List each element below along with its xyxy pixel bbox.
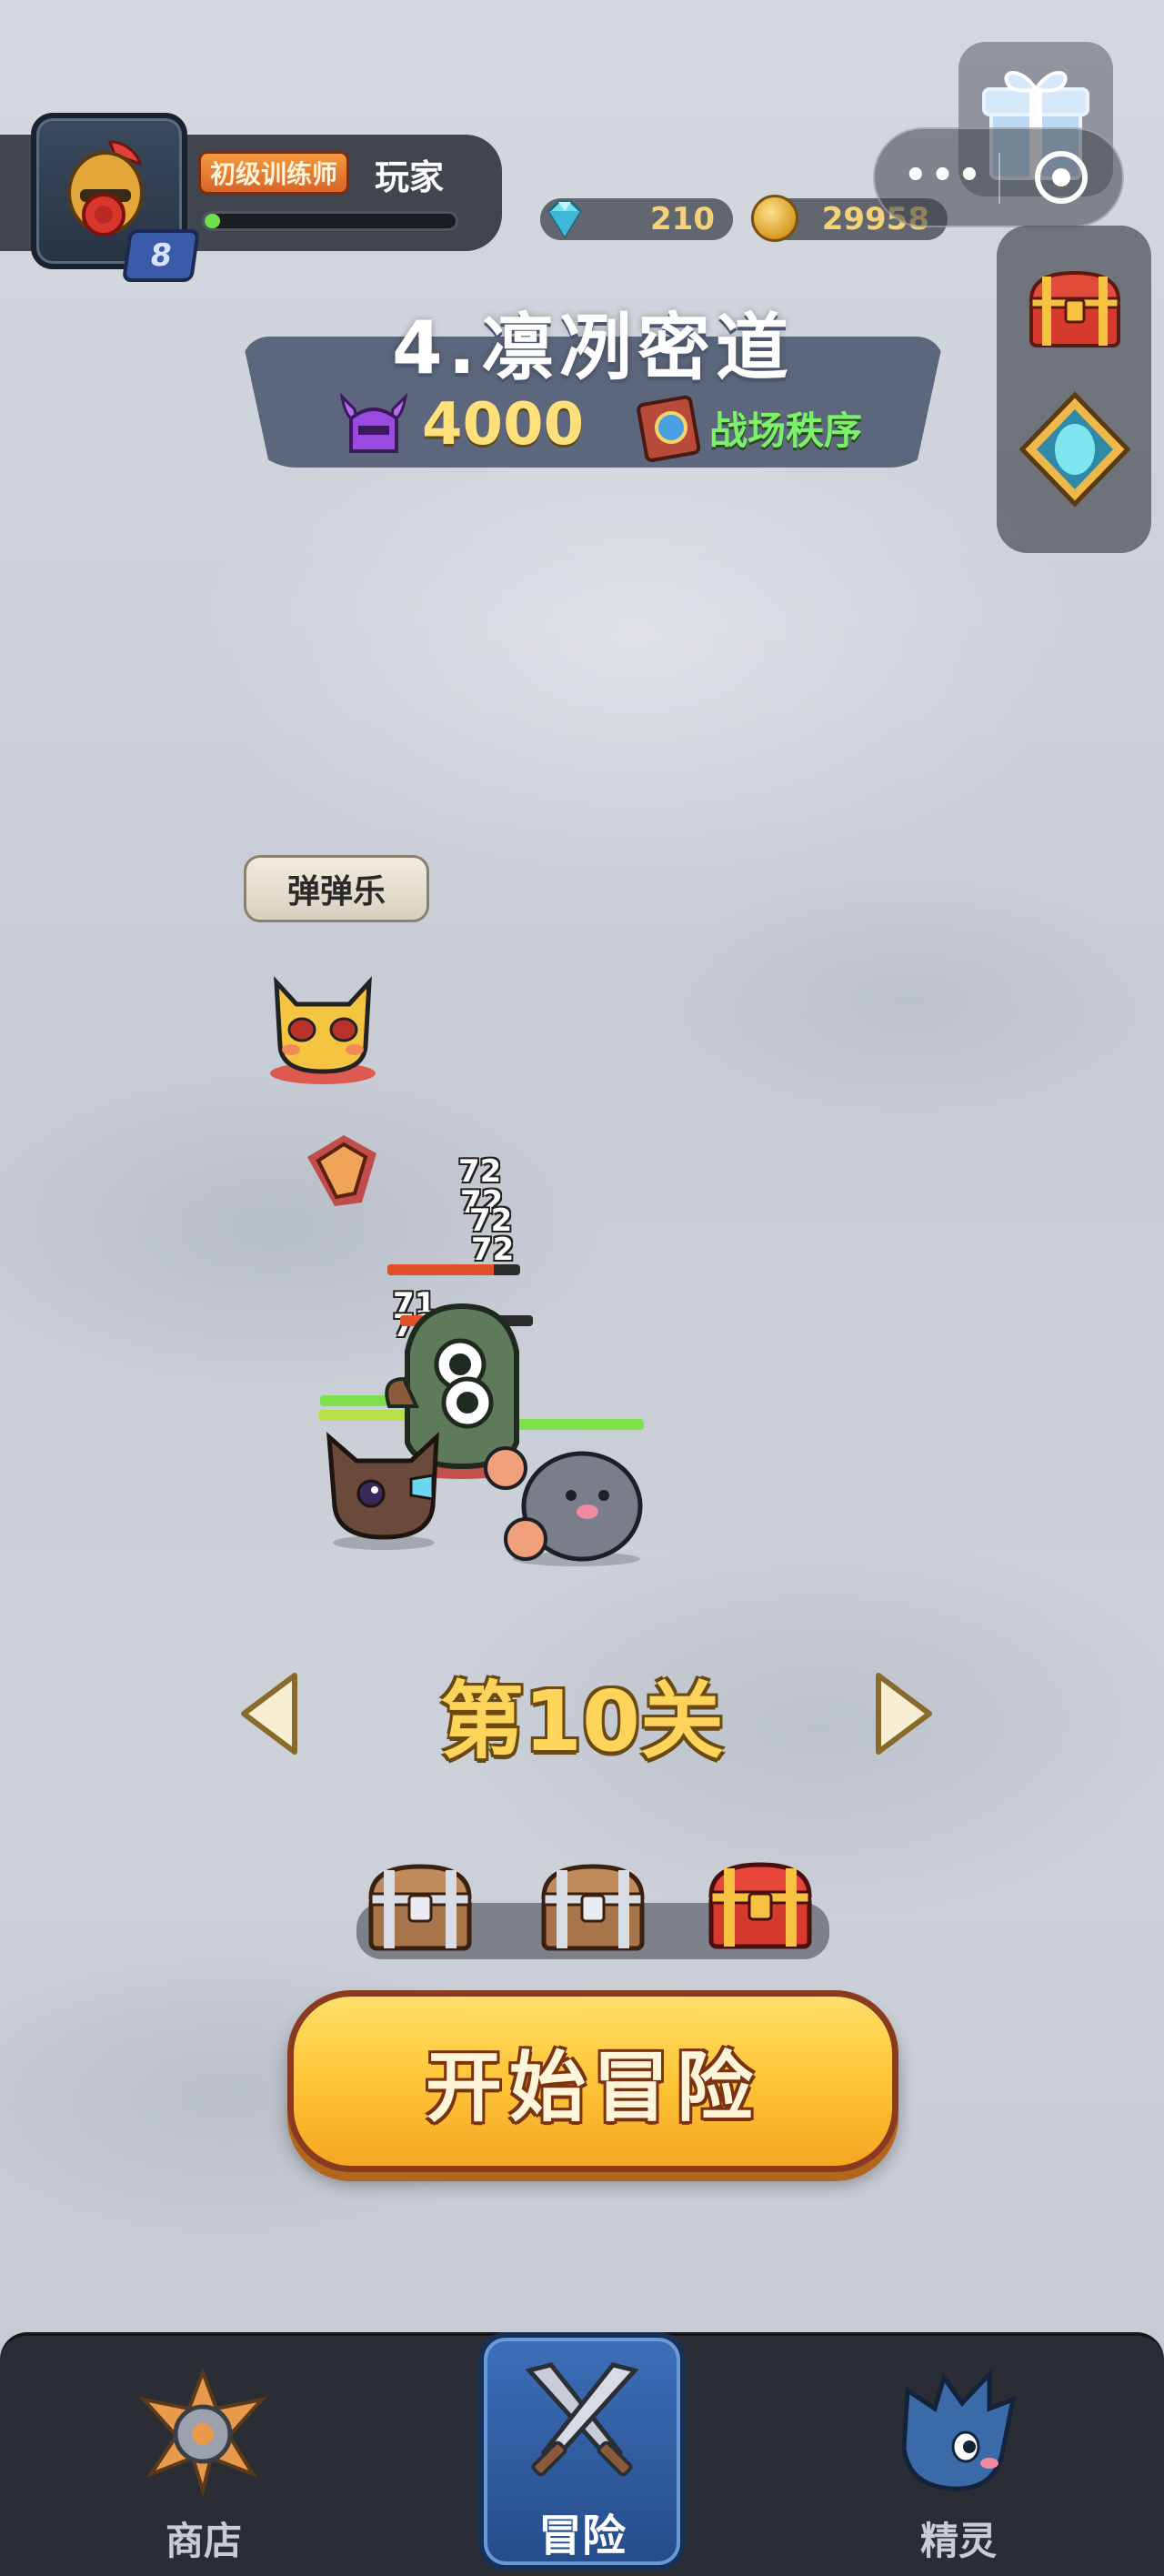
more-menu-icon[interactable]: ••• (904, 155, 981, 200)
player-rank: 初级训练师 (210, 159, 338, 189)
player-rank-badge: 初级训练师 (198, 151, 350, 195)
fire-spirit-monster[interactable] (298, 1130, 386, 1213)
start-adventure-button[interactable]: 开始冒险 (287, 1990, 898, 2172)
nav-item-adventure[interactable]: 冒险 (478, 2332, 686, 2571)
next-level-arrow-icon[interactable] (871, 1670, 935, 1757)
brown-fox-creature[interactable] (320, 1424, 447, 1552)
gold-chest-icon[interactable] (704, 1854, 817, 1954)
start-adventure-label: 开始冒险 (425, 2042, 760, 2132)
gray-mole-creature[interactable] (477, 1439, 653, 1568)
crossed-swords-icon (525, 2362, 639, 2477)
skill-name-tag: 弹弹乐 (244, 855, 429, 922)
coin-icon (751, 195, 798, 242)
nav-item-spirit[interactable]: 精灵 (822, 2340, 1095, 2576)
gem-count: 210 (650, 201, 715, 237)
nav-label-adventure: 冒险 (537, 2511, 626, 2561)
treasure-chest-icon[interactable] (1022, 264, 1128, 355)
player-name: 玩家 (375, 157, 445, 197)
enemy-hp-fill (387, 1264, 494, 1275)
yellow-cat-monster[interactable] (264, 964, 382, 1086)
player-level: 8 (147, 237, 175, 274)
silver-chest-icon[interactable] (364, 1856, 477, 1956)
horned-helmet-icon (339, 392, 408, 453)
battle-order-link[interactable]: 战场秩序 (709, 400, 862, 456)
stage-title: 4.凛冽密道 (391, 306, 795, 390)
current-level-label: 第10关 (439, 1673, 725, 1770)
xp-progress-fill (205, 214, 220, 228)
prev-level-arrow-icon[interactable] (238, 1670, 302, 1757)
crystal-badge-icon[interactable] (1017, 389, 1133, 509)
diamond-icon (547, 200, 582, 239)
shop-gear-icon (138, 2367, 267, 2498)
capsule-divider (998, 153, 1000, 204)
enemy-hp-bar (387, 1264, 520, 1275)
close-mini-program-icon[interactable] (1035, 151, 1088, 204)
nav-label-shop: 商店 (165, 2519, 242, 2563)
spellbook-icon[interactable] (637, 393, 704, 462)
recommended-power: 4000 (422, 391, 585, 458)
nav-label-spirit: 精灵 (919, 2519, 997, 2563)
xp-progress-bar (202, 211, 458, 231)
damage-number: 72 (471, 1232, 515, 1268)
silver-chest-icon[interactable] (537, 1856, 649, 1956)
nav-item-shop[interactable]: 商店 (67, 2340, 340, 2576)
blue-spirit-icon (901, 2368, 1017, 2491)
player-level-badge: 8 (121, 229, 201, 282)
